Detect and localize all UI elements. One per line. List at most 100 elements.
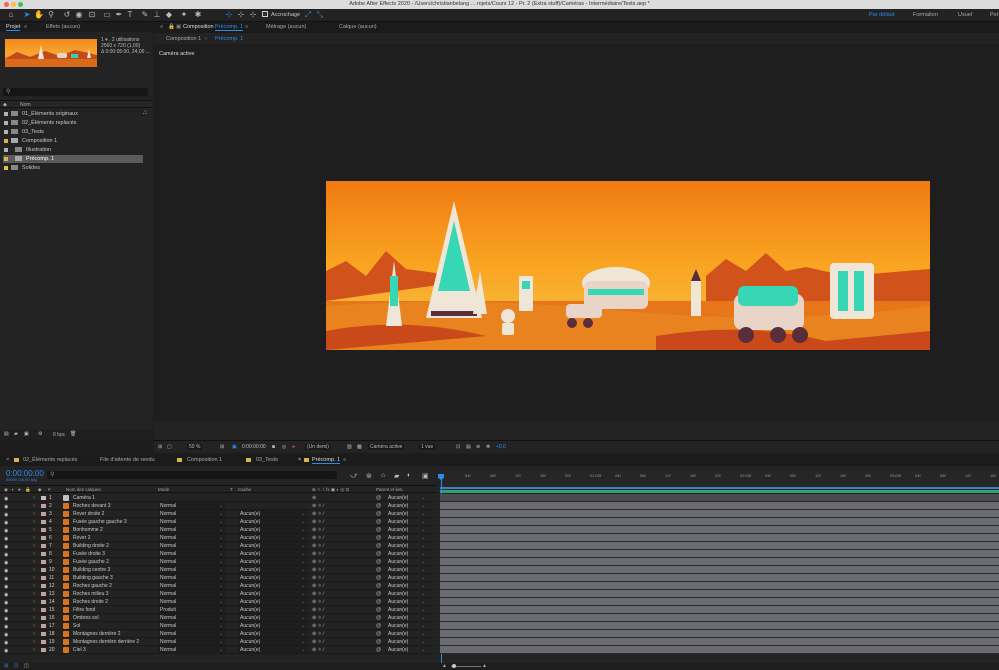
eye-icon[interactable]: ◉ bbox=[4, 631, 10, 638]
eye-icon[interactable]: ◉ bbox=[4, 583, 10, 590]
column-matte[interactable]: Cache bbox=[238, 487, 251, 492]
label-color-swatch[interactable] bbox=[4, 148, 8, 152]
tab-render-queue[interactable]: File d'attente de rendu bbox=[100, 457, 155, 463]
snap-checkbox[interactable] bbox=[262, 11, 268, 17]
layer-switches[interactable]: ⊕ ✧ ∕ bbox=[312, 638, 324, 646]
in-out-icon[interactable]: ◫ bbox=[24, 663, 29, 669]
blend-mode-select[interactable]: Normal ⌄ bbox=[158, 526, 226, 533]
blend-mode-select[interactable]: Normal ⌄ bbox=[158, 534, 226, 541]
layer-duration-bar[interactable] bbox=[440, 598, 999, 606]
layer-row[interactable]: ◉ › 6 Rover 2 Normal ⌄ Aucun(e) ⌄ ⊕ ✧ ∕ @ Aucun(e)… bbox=[0, 534, 437, 542]
panel-menu-icon[interactable]: ≡ bbox=[245, 24, 248, 30]
layer-switches[interactable]: ⊕ ✧ ∕ bbox=[312, 566, 324, 574]
zoom-window-button[interactable] bbox=[18, 2, 23, 7]
layer-row[interactable]: ◉ › 19 Montagnes derrière derrière 2 Normal ⌄… bbox=[0, 638, 437, 646]
expand-arrow-icon[interactable]: › bbox=[33, 566, 35, 574]
track-matte-select[interactable]: Aucun(e) ⌄ bbox=[238, 590, 308, 597]
roto-brush-tool-icon[interactable]: ✦ bbox=[179, 10, 189, 20]
expand-arrow-icon[interactable]: › bbox=[33, 606, 35, 614]
pick-whip-icon[interactable]: @ bbox=[376, 638, 381, 646]
blend-mode-select[interactable]: Normal ⌄ bbox=[158, 646, 226, 653]
layer-name[interactable]: Rover 2 bbox=[73, 534, 91, 542]
fast-previews-icon[interactable]: ▨ bbox=[347, 444, 352, 450]
parent-select[interactable]: @ Aucun(e) ⌄ bbox=[376, 558, 428, 565]
layer-label-color[interactable] bbox=[41, 600, 46, 604]
parent-select[interactable]: @ Aucun(e) ⌄ bbox=[376, 534, 428, 541]
layer-switches[interactable]: ⊕ ✧ ∕ bbox=[312, 558, 324, 566]
expand-arrow-icon[interactable]: › bbox=[33, 534, 35, 542]
layer-switches[interactable]: ⊕ ✧ ∕ bbox=[312, 606, 324, 614]
always-preview-icon[interactable]: ⊞ bbox=[158, 444, 162, 450]
new-folder-icon[interactable]: ▰ bbox=[14, 431, 18, 437]
pick-whip-icon[interactable]: @ bbox=[376, 590, 381, 598]
project-item[interactable]: Composition 1 bbox=[3, 137, 143, 145]
tab-footage[interactable]: Métrage (aucun) bbox=[266, 24, 306, 30]
layer-row[interactable]: ◉ › 7 Building droite 2 Normal ⌄ Aucun(e) ⌄ ⊕ ✧ … bbox=[0, 542, 437, 550]
track-matte-select[interactable]: Aucun(e) ⌄ bbox=[238, 630, 308, 637]
expand-arrow-icon[interactable]: › bbox=[33, 542, 35, 550]
panel-menu-icon[interactable]: ≡ bbox=[24, 24, 27, 30]
eye-icon[interactable]: ◉ bbox=[4, 543, 10, 550]
expand-arrow-icon[interactable]: › bbox=[33, 494, 35, 502]
pick-whip-icon[interactable]: @ bbox=[376, 558, 381, 566]
shy-layers-icon[interactable]: ⌂ bbox=[381, 472, 385, 479]
layer-label-color[interactable] bbox=[41, 536, 46, 540]
expand-arrow-icon[interactable]: › bbox=[33, 518, 35, 526]
layer-duration-bar[interactable] bbox=[440, 510, 999, 518]
eye-icon[interactable]: ◉ bbox=[4, 519, 10, 526]
track-matte-select[interactable]: Aucun(e) ⌄ bbox=[238, 526, 308, 533]
blend-mode-select[interactable]: Normal ⌄ bbox=[158, 566, 226, 573]
eye-icon[interactable]: ◉ bbox=[4, 647, 10, 654]
crumb-composition-1[interactable]: Composition 1 bbox=[166, 36, 201, 42]
layer-label-color[interactable] bbox=[41, 592, 46, 596]
lock-icon[interactable]: 🔒 bbox=[168, 24, 175, 30]
eye-icon[interactable]: ◉ bbox=[4, 607, 10, 614]
label-column-icon[interactable]: ◆ bbox=[38, 487, 41, 493]
track-matte-select[interactable]: Aucun(e) ⌄ bbox=[238, 510, 308, 517]
layer-row[interactable]: ◉ › 11 Building gauche 3 Normal ⌄ Aucun(e) ⌄ ⊕ ✧… bbox=[0, 574, 437, 582]
expand-arrow-icon[interactable]: › bbox=[33, 574, 35, 582]
layer-name[interactable]: Building droite 2 bbox=[73, 542, 109, 550]
parent-select[interactable]: @ Aucun(e) ⌄ bbox=[376, 638, 428, 645]
layer-name[interactable]: Bonhomme 2 bbox=[73, 526, 103, 534]
layer-row[interactable]: ◉ › 18 Montagnes derrière 2 Normal ⌄ Aucun(e) ⌄… bbox=[0, 630, 437, 638]
expand-arrow-icon[interactable]: › bbox=[33, 598, 35, 606]
layer-switches[interactable]: ⊕ ✧ ∕ bbox=[312, 526, 324, 534]
new-composition-icon[interactable]: ▣ bbox=[24, 431, 29, 437]
blend-mode-select[interactable]: Normal ⌄ bbox=[158, 550, 226, 557]
layer-switches[interactable]: ⊕ ✧ ∕ bbox=[312, 534, 324, 542]
label-color-swatch[interactable] bbox=[4, 139, 8, 143]
layer-duration-bar[interactable] bbox=[440, 622, 999, 630]
pick-whip-icon[interactable]: @ bbox=[376, 646, 381, 654]
layer-switches[interactable]: ⊕ ✧ ∕ bbox=[312, 510, 324, 518]
pick-whip-icon[interactable]: @ bbox=[376, 502, 381, 510]
layer-duration-bar[interactable] bbox=[440, 566, 999, 574]
trash-icon[interactable]: 🗑 bbox=[70, 431, 76, 437]
tab-layer[interactable]: Calque (aucun) bbox=[339, 24, 377, 30]
label-color-swatch[interactable] bbox=[4, 157, 8, 161]
layer-switches[interactable]: ⊕ ✧ ∕ bbox=[312, 582, 324, 590]
project-item[interactable]: Précomp. 1 bbox=[3, 155, 143, 163]
blend-mode-select[interactable]: Produit ⌄ bbox=[158, 606, 226, 613]
layer-name[interactable]: Fusée droite 3 bbox=[73, 550, 105, 558]
pick-whip-icon[interactable]: @ bbox=[376, 526, 381, 534]
blend-mode-select[interactable]: Normal ⌄ bbox=[158, 622, 226, 629]
layer-name[interactable]: Rover droite 2 bbox=[73, 510, 104, 518]
track-matte-select[interactable]: Aucun(e) ⌄ bbox=[238, 542, 308, 549]
layer-row[interactable]: ◉ › 1 Caméra 1 ⊕ @ Aucun(e) ⌄ bbox=[0, 494, 437, 502]
timeline-search-input[interactable]: ⚲ bbox=[47, 471, 337, 479]
layer-row[interactable]: ◉ › 2 Roches devant 3 Normal ⌄ ⊕ ✧ ∕ @ Aucun(e) ⌄ bbox=[0, 502, 437, 510]
parent-select[interactable]: @ Aucun(e) ⌄ bbox=[376, 598, 428, 605]
hand-tool-icon[interactable]: ✋ bbox=[34, 10, 44, 20]
zoom-out-timeline-icon[interactable]: ▲ bbox=[442, 663, 447, 669]
layer-switches[interactable]: ⊕ ✧ ∕ bbox=[312, 574, 324, 582]
layer-row[interactable]: ◉ › 16 Ombres sol Normal ⌄ Aucun(e) ⌄ ⊕ ✧ ∕ @ Aucu… bbox=[0, 614, 437, 622]
layer-name[interactable]: Montagnes derrière 2 bbox=[73, 630, 121, 638]
eye-icon[interactable]: ◉ bbox=[4, 591, 10, 598]
track-matte-select[interactable]: Aucun(e) ⌄ bbox=[238, 646, 308, 653]
layer-label-color[interactable] bbox=[41, 544, 46, 548]
expand-arrow-icon[interactable]: › bbox=[33, 526, 35, 534]
timeline-zoom-thumb[interactable] bbox=[452, 664, 456, 668]
layer-switches[interactable]: ⊕ ✧ ∕ bbox=[312, 598, 324, 606]
audio-switch-icon[interactable]: ◖ bbox=[11, 487, 14, 492]
